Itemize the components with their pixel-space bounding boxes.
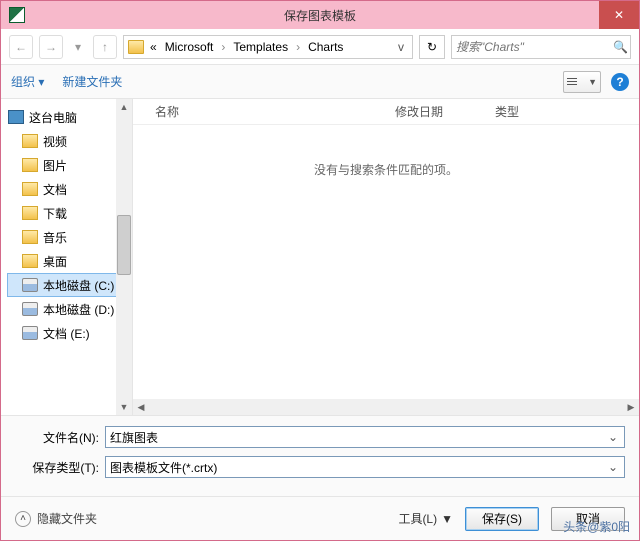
main-area: 这台电脑 视频 图片 文档 下载 音乐 桌面 本地磁盘 (C:) 本地磁盘 (D…: [1, 99, 639, 415]
help-button[interactable]: ?: [611, 73, 629, 91]
folder-icon: [22, 254, 38, 268]
cancel-button[interactable]: 取消: [551, 507, 625, 531]
nav-recent-button[interactable]: ▾: [69, 35, 87, 59]
search-icon: 🔍: [613, 40, 628, 54]
col-name[interactable]: 名称: [147, 103, 387, 120]
form-area: 文件名(N): ⌄ 保存类型(T): 图表模板文件(*.crtx) ⌄: [1, 415, 639, 496]
crumb-templates[interactable]: Templates: [231, 40, 290, 54]
file-pane: 名称 修改日期 类型 没有与搜索条件匹配的项。 ◀ ▶: [133, 99, 639, 415]
empty-message: 没有与搜索条件匹配的项。: [133, 161, 639, 178]
folder-icon: [128, 40, 144, 54]
tree-item-videos[interactable]: 视频: [7, 129, 132, 153]
pc-icon: [8, 110, 24, 124]
chevron-right-icon: ›: [219, 40, 227, 54]
save-type-value: 图表模板文件(*.crtx): [110, 459, 606, 476]
filename-input[interactable]: [110, 430, 606, 444]
disk-icon: [22, 302, 38, 316]
scroll-thumb[interactable]: [150, 400, 622, 414]
chevron-right-icon: ›: [294, 40, 302, 54]
tree-item-this-pc[interactable]: 这台电脑: [7, 105, 132, 129]
titlebar: 保存图表模板 ✕: [1, 1, 639, 29]
filename-row: 文件名(N): ⌄: [15, 426, 625, 448]
organize-menu[interactable]: 组织 ▾: [11, 73, 44, 90]
folder-icon: [22, 230, 38, 244]
chevron-down-icon: ▼: [441, 512, 453, 526]
close-button[interactable]: ✕: [599, 1, 639, 29]
folder-icon: [22, 206, 38, 220]
nav-forward-button[interactable]: →: [39, 35, 63, 59]
address-dropdown[interactable]: v: [394, 40, 408, 54]
excel-icon: [9, 7, 25, 23]
horizontal-scrollbar[interactable]: ◀ ▶: [133, 399, 639, 415]
disk-icon: [22, 278, 38, 292]
tools-menu[interactable]: 工具(L) ▼: [398, 510, 453, 527]
folder-icon: [22, 182, 38, 196]
hide-folders-toggle[interactable]: ˄ 隐藏文件夹: [15, 510, 97, 527]
disk-icon: [22, 326, 38, 340]
toolbar: 组织 ▾ 新建文件夹 ▼ ?: [1, 65, 639, 99]
chevron-down-icon[interactable]: ⌄: [606, 430, 620, 444]
folder-icon: [22, 134, 38, 148]
crumb-microsoft[interactable]: Microsoft: [163, 40, 216, 54]
col-type[interactable]: 类型: [487, 103, 567, 120]
scroll-thumb[interactable]: [117, 215, 131, 275]
view-mode-button[interactable]: ▼: [563, 71, 601, 93]
scroll-down-icon[interactable]: ▼: [120, 399, 129, 415]
save-button[interactable]: 保存(S): [465, 507, 539, 531]
filename-field[interactable]: ⌄: [105, 426, 625, 448]
scroll-right-icon[interactable]: ▶: [623, 402, 639, 413]
chevron-down-icon: ▼: [588, 77, 597, 87]
col-date[interactable]: 修改日期: [387, 103, 487, 120]
tree-item-disk-e[interactable]: 文档 (E:): [7, 321, 132, 345]
folder-tree: 这台电脑 视频 图片 文档 下载 音乐 桌面 本地磁盘 (C:) 本地磁盘 (D…: [1, 99, 133, 415]
nav-up-button[interactable]: ↑: [93, 35, 117, 59]
tree-item-desktop[interactable]: 桌面: [7, 249, 132, 273]
refresh-button[interactable]: ↻: [419, 35, 445, 59]
tree-item-disk-c[interactable]: 本地磁盘 (C:): [7, 273, 132, 297]
nav-row: ← → ▾ ↑ « Microsoft › Templates › Charts…: [1, 29, 639, 65]
column-headers: 名称 修改日期 类型: [133, 99, 639, 125]
chevron-down-icon[interactable]: ⌄: [606, 460, 620, 474]
tree-item-documents[interactable]: 文档: [7, 177, 132, 201]
tree-item-disk-d[interactable]: 本地磁盘 (D:): [7, 297, 132, 321]
tree-item-downloads[interactable]: 下载: [7, 201, 132, 225]
list-icon: [567, 76, 577, 87]
save-type-row: 保存类型(T): 图表模板文件(*.crtx) ⌄: [15, 456, 625, 478]
address-bar[interactable]: « Microsoft › Templates › Charts v: [123, 35, 413, 59]
filename-label: 文件名(N):: [15, 429, 99, 446]
window-title: 保存图表模板: [284, 7, 356, 24]
scroll-left-icon[interactable]: ◀: [133, 402, 149, 413]
folder-icon: [22, 158, 38, 172]
footer: ˄ 隐藏文件夹 工具(L) ▼ 保存(S) 取消 头条@紫0阳: [1, 496, 639, 540]
tree-item-music[interactable]: 音乐: [7, 225, 132, 249]
new-folder-button[interactable]: 新建文件夹: [62, 73, 122, 90]
save-type-field[interactable]: 图表模板文件(*.crtx) ⌄: [105, 456, 625, 478]
search-box[interactable]: 🔍: [451, 35, 631, 59]
nav-back-button[interactable]: ←: [9, 35, 33, 59]
save-type-label: 保存类型(T):: [15, 459, 99, 476]
tree-scrollbar[interactable]: ▲ ▼: [116, 99, 132, 415]
tree-item-pictures[interactable]: 图片: [7, 153, 132, 177]
search-input[interactable]: [456, 40, 613, 54]
chevron-up-icon: ˄: [15, 511, 31, 527]
crumb-charts[interactable]: Charts: [306, 40, 345, 54]
crumb-prefix: «: [148, 40, 159, 54]
scroll-up-icon[interactable]: ▲: [120, 99, 129, 115]
save-dialog-window: 保存图表模板 ✕ ← → ▾ ↑ « Microsoft › Templates…: [0, 0, 640, 541]
window-controls: ✕: [599, 1, 639, 29]
